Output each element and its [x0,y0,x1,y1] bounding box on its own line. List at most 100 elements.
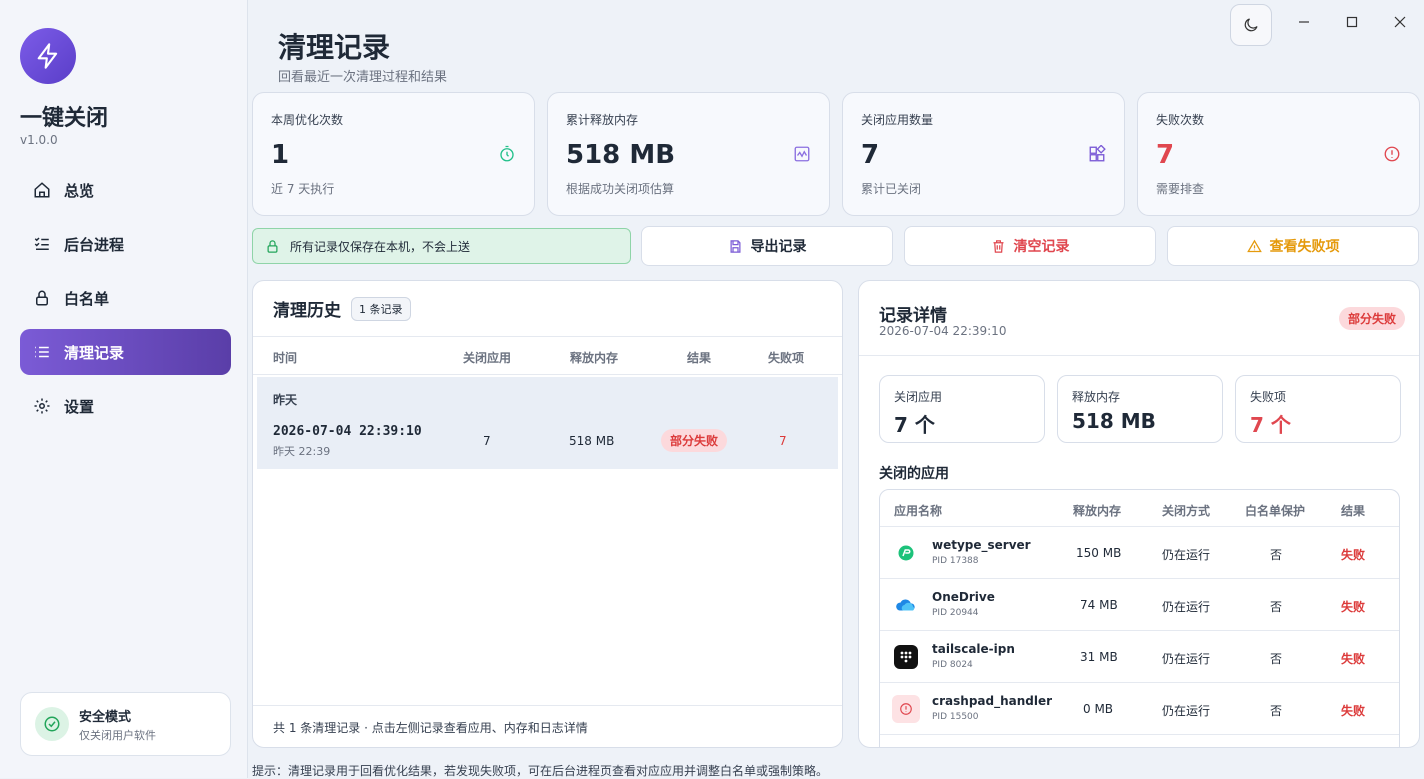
stat-sub: 需要排查 [1156,182,1205,196]
detail-stat-closed: 关闭应用 7 个 [879,375,1045,443]
app-pid: PID 15500 [932,712,979,722]
app-result: 失败 [1341,548,1366,562]
detail-stat-failed: 失败项 7 个 [1235,375,1401,443]
stat-card-apps-closed: 关闭应用数量 7 累计已关闭 [842,92,1125,216]
safe-mode-subtitle: 仅关闭用户软件 [79,728,156,742]
app-row[interactable]: wetype_server PID 17388 150 MB 仍在运行 否 失败 [880,527,1399,579]
tailscale-icon [894,645,918,669]
minimize-icon [1299,21,1309,23]
save-icon [728,239,743,254]
process-list-icon [32,234,52,254]
alert-circle-icon [1383,145,1401,167]
app-name: OneDrive [932,590,995,604]
sidebar-item-overview[interactable]: 总览 [20,167,231,213]
column-header: 释放内存 [1073,504,1122,518]
page-subtitle: 回看最近一次清理过程和结果 [278,70,448,85]
history-header: 清理历史 1 条记录 [253,281,842,337]
history-panel: 清理历史 1 条记录 时间 关闭应用 释放内存 结果 失败项 昨天 2026-0… [252,280,843,748]
app-memory: 150 MB [1076,546,1122,560]
app-name: tailscale-ipn [932,642,1015,656]
sidebar-item-label: 后台进程 [64,235,125,254]
main-content: 清理记录 回看最近一次清理过程和结果 本周优化次数 1 近 7 天执行 累计释放… [248,0,1424,778]
column-header: 结果 [1341,504,1366,518]
sidebar-nav: 总览 后台进程 白名单 清理记录 设置 [20,167,231,437]
theme-toggle-button[interactable] [1230,4,1272,46]
app-memory: 0 MB [1083,702,1114,716]
stat-sub: 累计已关闭 [861,182,922,196]
group-label: 昨天 [273,393,298,407]
row-result-badge: 部分失败 [661,429,728,452]
record-count-badge: 1 条记录 [351,296,411,321]
app-name: 一键关闭 [20,106,109,131]
check-circle-icon [35,707,69,741]
app-row[interactable]: OneDrive PID 20944 74 MB 仍在运行 否 失败 [880,579,1399,631]
app-memory: 31 MB [1080,650,1118,664]
stat-sub: 根据成功关闭项估算 [566,182,675,196]
export-records-button[interactable]: 导出记录 [641,226,893,266]
history-table-header: 时间 关闭应用 释放内存 结果 失败项 [253,337,842,375]
sidebar-item-label: 白名单 [64,289,110,308]
safe-mode-card[interactable]: 安全模式 仅关闭用户软件 [20,692,231,756]
sidebar-item-label: 清理记录 [64,343,125,362]
mini-label: 关闭应用 [894,390,943,404]
app-close-method: 仍在运行 [1162,652,1211,666]
page-title: 清理记录 [278,31,391,64]
detail-stat-memory: 释放内存 518 MB [1057,375,1223,443]
footer-tip: 提示：清理记录用于回看优化结果，若发现失败项，可在后台进程页查看对应应用并调整白… [252,764,829,778]
column-header: 关闭应用 [463,351,512,365]
close-icon [1394,16,1406,28]
gear-icon [32,396,52,416]
sidebar-item-settings[interactable]: 设置 [20,383,231,429]
column-header: 时间 [273,351,298,365]
stat-label: 关闭应用数量 [861,113,934,127]
history-row[interactable]: 昨天 2026-07-04 22:39:10 昨天 22:39 7 518 MB… [257,377,838,469]
detail-status-badge: 部分失败 [1338,307,1405,330]
app-name: crashpad_handler [932,694,1053,708]
sidebar-item-records[interactable]: 清理记录 [20,329,231,375]
app-close-method: 仍在运行 [1162,548,1211,562]
warning-icon [1246,239,1262,254]
row-timestamp: 2026-07-04 22:39:10 [273,424,422,439]
sidebar-item-label: 总览 [64,181,95,200]
app-whitelist: 否 [1270,548,1283,562]
view-failed-button[interactable]: 查看失败项 [1167,226,1419,266]
divider [859,355,1419,356]
stat-label: 累计释放内存 [566,113,639,127]
clear-records-button[interactable]: 清空记录 [904,226,1156,266]
list-icon [32,342,52,362]
local-storage-notice: 所有记录仅保存在本机，不会上送 [252,228,631,264]
button-label: 清空记录 [1013,239,1070,255]
app-result: 失败 [1341,652,1366,666]
app-row[interactable]: tailscale-ipn PID 8024 31 MB 仍在运行 否 失败 [880,631,1399,683]
timer-icon [498,145,516,167]
wetype-icon [894,541,918,565]
column-header: 释放内存 [570,351,619,365]
stat-card-memory-freed: 累计释放内存 518 MB 根据成功关闭项估算 [547,92,830,216]
apps-table-header: 应用名称 释放内存 关闭方式 白名单保护 结果 [880,490,1399,527]
app-close-method: 仍在运行 [1162,704,1211,718]
maximize-icon [1346,16,1358,28]
app-pid: PID 20944 [932,608,979,618]
stat-label: 本周优化次数 [271,113,344,127]
apps-icon [1088,144,1106,167]
history-title: 清理历史 [273,301,341,321]
button-label: 导出记录 [750,239,807,255]
app-row[interactable]: crashpad_handler PID 15500 0 MB 仍在运行 否 失… [880,683,1399,735]
close-button[interactable] [1384,0,1416,44]
row-failed-count: 7 [779,434,787,448]
app-result: 失败 [1341,704,1366,718]
app-name: wetype_server [932,538,1031,552]
row-relative-time: 昨天 22:39 [273,445,331,458]
column-header: 结果 [687,351,712,365]
row-closed-count: 7 [483,434,491,448]
moon-icon [1244,18,1258,32]
button-label: 查看失败项 [1269,239,1340,255]
maximize-button[interactable] [1336,0,1368,44]
column-header: 失败项 [768,351,805,365]
stat-value: 7 [861,140,880,170]
sidebar-item-processes[interactable]: 后台进程 [20,221,231,267]
app-logo [20,28,76,84]
minimize-button[interactable] [1288,0,1320,44]
sidebar-item-whitelist[interactable]: 白名单 [20,275,231,321]
stat-card-failures: 失败次数 7 需要排查 [1137,92,1420,216]
